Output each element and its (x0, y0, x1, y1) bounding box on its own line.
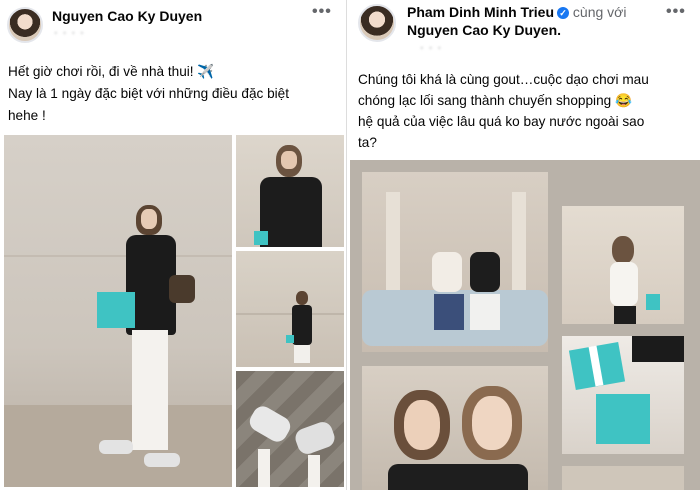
author-name[interactable]: Pham Dinh Minh Trieu (407, 4, 554, 20)
caption-line-1: Chúng tôi khá là cùng gout…cuộc dạo chơi… (358, 72, 649, 87)
more-options-icon[interactable]: ••• (666, 3, 686, 21)
photo-couch[interactable] (362, 172, 548, 352)
caption-line-2: chóng lạc lối sang thành chuyến shopping… (358, 93, 632, 108)
photo-standing[interactable] (562, 206, 684, 324)
photo-side-3[interactable] (236, 371, 344, 487)
post-meta: · · · · (54, 27, 85, 39)
post-right: Pham Dinh Minh Trieu ✓ cùng với Nguyen Ca… (350, 0, 700, 490)
with-label: cùng với (572, 4, 627, 20)
caption-line-3: hehe ! (8, 108, 46, 123)
caption-line-2: Nay là 1 ngày đặc biệt với những điều đặ… (8, 86, 290, 101)
author-name-line: Pham Dinh Minh Trieu ✓ cùng với (407, 4, 626, 20)
author-avatar[interactable] (7, 7, 43, 43)
photo-grid (350, 160, 700, 490)
caption-line-3: hệ quả của việc lâu quá ko bay nước ngoà… (358, 114, 645, 129)
photo-main[interactable] (4, 135, 232, 487)
photo-side-1[interactable] (236, 135, 344, 247)
photo-selfie[interactable] (362, 366, 548, 490)
author-name[interactable]: Nguyen Cao Ky Duyen (52, 8, 202, 24)
photo-gift-box[interactable] (562, 336, 684, 454)
photo-partial[interactable] (562, 466, 684, 490)
post-left: Nguyen Cao Ky Duyen · · · · ••• Hết giờ … (0, 0, 347, 490)
photo-side-2[interactable] (236, 251, 344, 367)
tagged-user[interactable]: Nguyen Cao Ky Duyen. (407, 22, 561, 38)
verified-badge-icon: ✓ (557, 7, 570, 19)
caption-line-4: ta? (358, 135, 377, 150)
post-meta: · · · (420, 42, 443, 54)
caption-line-1: Hết giờ chơi rồi, đi về nhà thui! ✈️ (8, 64, 215, 79)
more-options-icon[interactable]: ••• (312, 3, 332, 21)
author-avatar[interactable] (358, 4, 396, 42)
